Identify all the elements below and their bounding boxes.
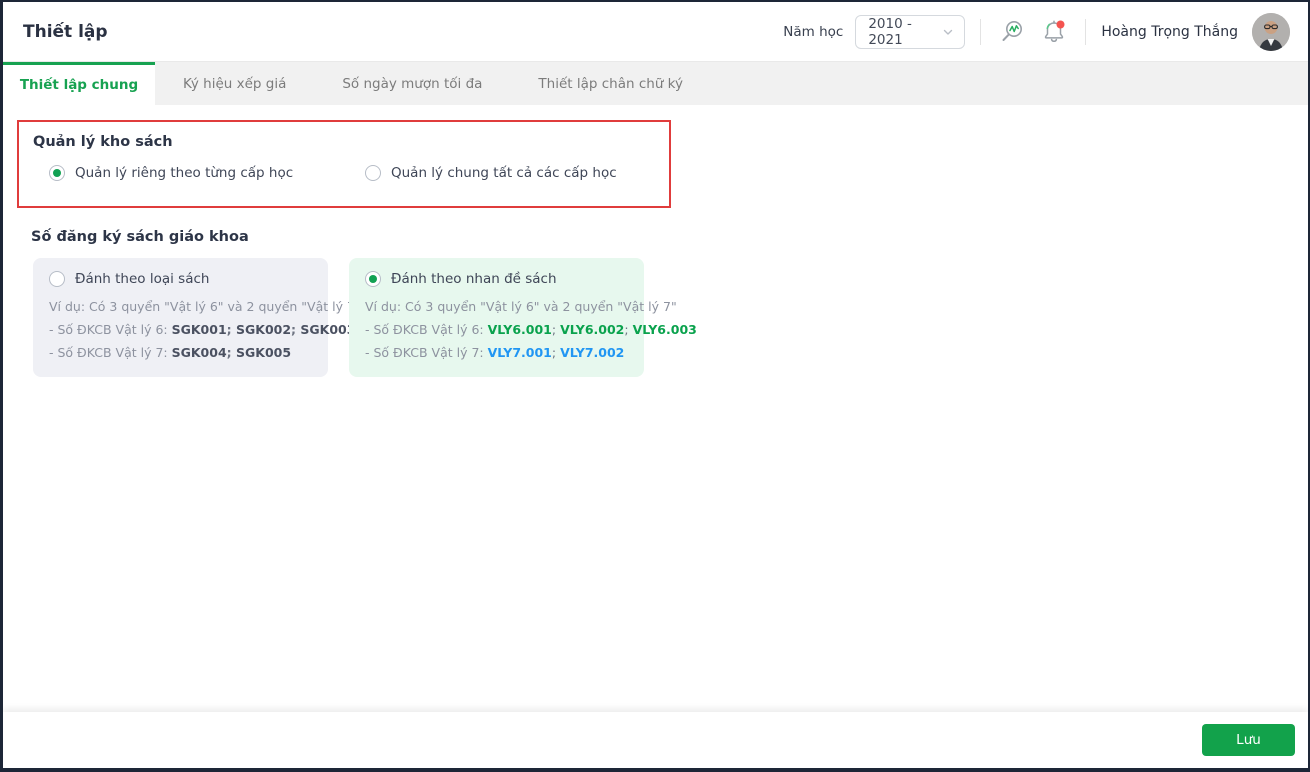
tab-bar: Thiết lập chung Ký hiệu xếp giá Số ngày … (3, 62, 1308, 105)
book-code: SGK002 (236, 322, 292, 337)
card-by-book-type[interactable]: Đánh theo loại sách Ví dụ: Có 3 quyển "V… (33, 258, 361, 377)
book-code: VLY7.002 (560, 345, 625, 360)
example-line: - Số ĐKCB Vật lý 7: SGK004; SGK005 (49, 345, 292, 360)
example-line: - Số ĐKCB Vật lý 6: SGK001; SGK002; SGK0… (49, 322, 356, 337)
tab-so-ngay-muon-toi-da[interactable]: Số ngày mượn tối đa (314, 62, 510, 105)
book-code: VLY6.002 (560, 322, 625, 337)
book-code: VLY6.003 (632, 322, 697, 337)
card-by-book-title[interactable]: Đánh theo nhan đề sách Ví dụ: Có 3 quyển… (349, 258, 697, 377)
school-year-label: Năm học (783, 23, 844, 40)
card-head: Đánh theo nhan đề sách (365, 271, 628, 287)
action-footer: Lưu (3, 712, 1308, 768)
example-intro: Ví dụ: Có 3 quyển "Vật lý 6" và 2 quyển … (365, 299, 677, 314)
book-code: SGK001 (171, 322, 227, 337)
example-line: - Số ĐKCB Vật lý 6: VLY6.001; VLY6.002; … (365, 322, 697, 337)
warehouse-management-section: Quản lý kho sách Quản lý riêng theo từng… (17, 120, 671, 208)
radio-label: Quản lý riêng theo từng cấp học (75, 165, 294, 181)
page-title: Thiết lập (23, 21, 108, 42)
tab-ky-hieu-xep-gia[interactable]: Ký hiệu xếp giá (155, 62, 314, 105)
radio-button (365, 165, 381, 181)
tab-thiet-lap-chung[interactable]: Thiết lập chung (3, 62, 155, 105)
save-button[interactable]: Lưu (1202, 724, 1295, 756)
registration-options: Đánh theo loại sách Ví dụ: Có 3 quyển "V… (33, 258, 1294, 377)
search-stats-icon[interactable] (996, 16, 1028, 48)
radio-label: Quản lý chung tất cả các cấp học (391, 165, 617, 181)
main-content: Quản lý kho sách Quản lý riêng theo từng… (3, 105, 1308, 712)
radio-manage-all-levels[interactable]: Quản lý chung tất cả các cấp học (365, 165, 617, 181)
card-head: Đánh theo loại sách (49, 271, 312, 287)
warehouse-radio-group: Quản lý riêng theo từng cấp học Quản lý … (33, 165, 669, 181)
tab-thiet-lap-chan-chu-ky[interactable]: Thiết lập chân chữ ký (510, 62, 711, 105)
app-header: Thiết lập Năm học 2010 - 2021 Hoàng Trọn… (3, 2, 1308, 62)
radio-button (365, 271, 381, 287)
school-year-value: 2010 - 2021 (868, 15, 912, 48)
divider (980, 18, 982, 45)
warehouse-section-title: Quản lý kho sách (33, 134, 173, 150)
radio-button (49, 271, 65, 287)
avatar[interactable] (1252, 12, 1290, 51)
header-right: Năm học 2010 - 2021 Hoàng Trọng Thắng (783, 12, 1290, 51)
registration-section-title: Số đăng ký sách giáo khoa (31, 229, 249, 245)
school-year-select[interactable]: 2010 - 2021 (855, 14, 966, 49)
book-code: SGK003 (300, 322, 356, 337)
chevron-down-icon (942, 26, 954, 38)
book-code: SGK004 (171, 345, 227, 360)
radio-button (49, 165, 65, 181)
user-name[interactable]: Hoàng Trọng Thắng (1101, 24, 1238, 40)
book-code: SGK005 (236, 345, 292, 360)
example-line: - Số ĐKCB Vật lý 7: VLY7.001; VLY7.002 (365, 345, 625, 360)
book-code: VLY6.001 (487, 322, 552, 337)
settings-window: Thiết lập Năm học 2010 - 2021 Hoàng Trọn… (0, 0, 1310, 772)
notification-bell-icon[interactable] (1038, 16, 1070, 48)
card-option-label: Đánh theo nhan đề sách (391, 271, 557, 287)
divider (1085, 18, 1087, 45)
card-option-label: Đánh theo loại sách (75, 271, 210, 287)
book-code: VLY7.001 (487, 345, 552, 360)
example-intro: Ví dụ: Có 3 quyển "Vật lý 6" và 2 quyển … (49, 299, 361, 314)
radio-manage-per-level[interactable]: Quản lý riêng theo từng cấp học (49, 165, 365, 181)
